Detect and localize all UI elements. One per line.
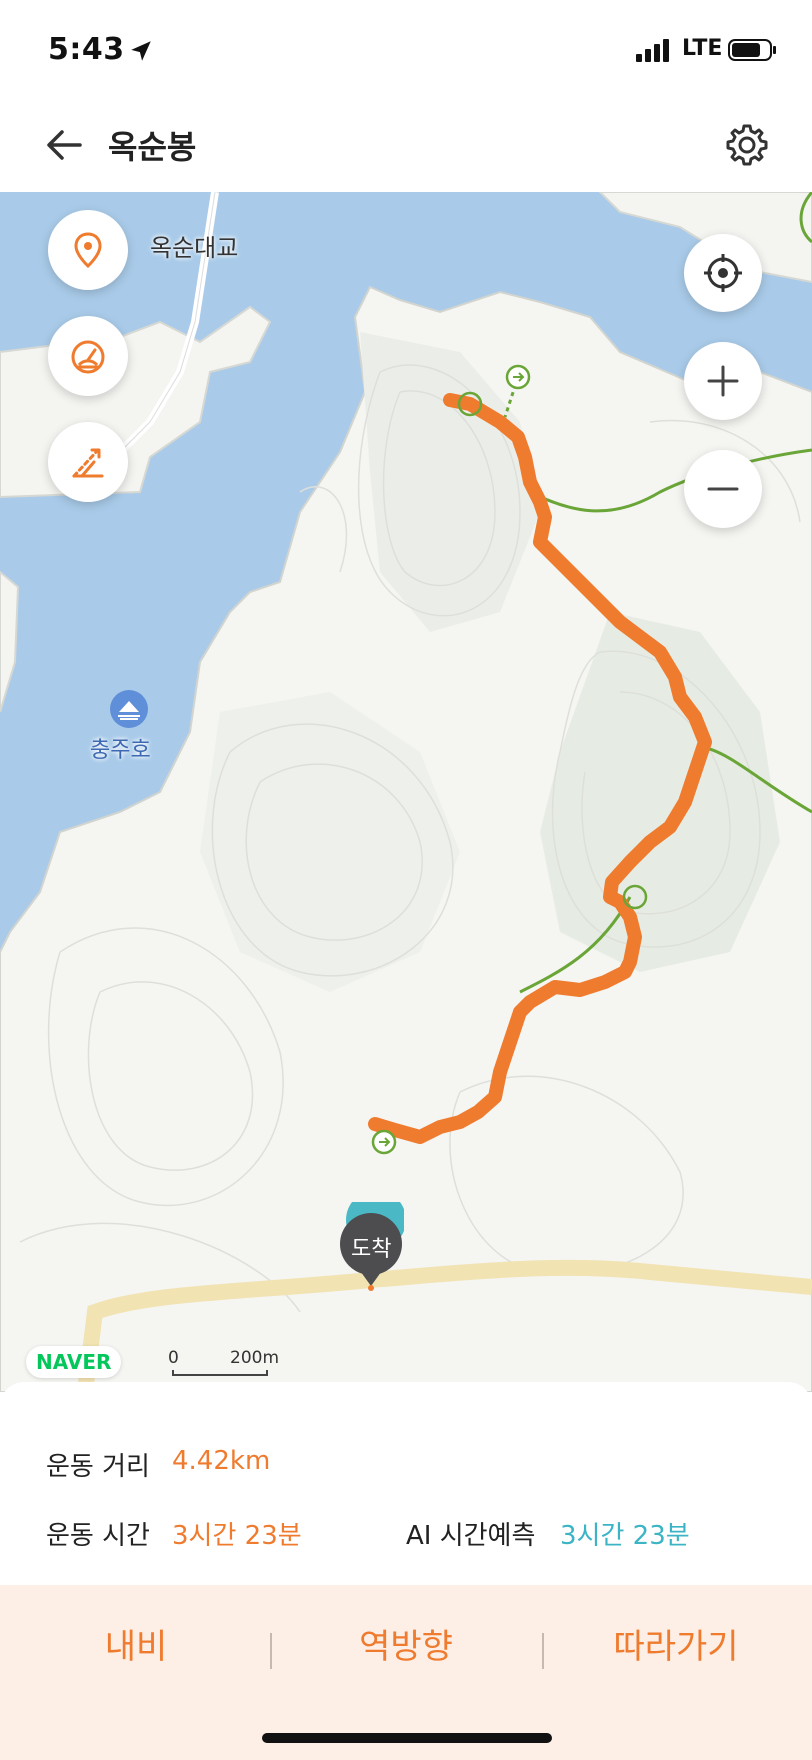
naver-logo: NAVER <box>26 1346 122 1378</box>
minus-icon <box>707 487 739 491</box>
my-location-button[interactable] <box>684 234 762 312</box>
zoom-in-button[interactable] <box>684 342 762 420</box>
gear-icon[interactable] <box>722 120 772 170</box>
divider <box>270 1633 272 1669</box>
network-type: LTE <box>682 36 723 61</box>
header: 옥순봉 <box>0 100 812 192</box>
scale-distance: 200m <box>230 1348 280 1368</box>
action-bar: 내비 역방향 따라가기 <box>0 1585 812 1760</box>
crosshair-icon <box>704 254 742 292</box>
time-value: 3시간 23분 <box>172 1521 302 1551</box>
elevation-button[interactable] <box>48 422 128 502</box>
battery-icon <box>728 39 776 61</box>
slope-icon <box>72 448 104 478</box>
reverse-button[interactable]: 역방향 <box>296 1613 516 1673</box>
speedometer-icon <box>71 340 105 374</box>
lake-icon <box>110 690 148 728</box>
home-indicator <box>262 1733 552 1743</box>
status-time: 5:43 <box>48 32 125 67</box>
divider <box>542 1633 544 1669</box>
lake-label: 충주호 <box>90 738 151 763</box>
map-view[interactable]: 옥순대교 충주호 도착 NAVER 0 200m <box>0 192 812 1392</box>
speed-button[interactable] <box>48 316 128 396</box>
time-label: 운동 시간 <box>46 1521 150 1551</box>
ai-time-label: AI 시간예측 <box>406 1521 536 1551</box>
location-pin-icon <box>74 232 102 269</box>
scale-zero: 0 <box>168 1348 179 1368</box>
place-pin-button[interactable] <box>48 210 128 290</box>
map-scale: 0 200m <box>168 1348 280 1376</box>
scale-bar <box>172 1370 268 1376</box>
distance-value: 4.42km <box>172 1446 271 1476</box>
place-label: 옥순대교 <box>150 234 239 262</box>
location-arrow-icon <box>131 41 151 61</box>
navigate-button[interactable]: 내비 <box>26 1613 246 1673</box>
page-title: 옥순봉 <box>108 128 197 166</box>
distance-label: 운동 거리 <box>46 1452 150 1482</box>
arrival-label: 도착 <box>351 1237 392 1262</box>
plus-icon <box>707 365 739 397</box>
status-bar: 5:43 LTE <box>0 0 812 100</box>
ai-time-value: 3시간 23분 <box>560 1521 690 1551</box>
signal-icon <box>636 39 669 62</box>
zoom-out-button[interactable] <box>684 450 762 528</box>
follow-button[interactable]: 따라가기 <box>566 1613 786 1673</box>
back-arrow-icon[interactable] <box>40 120 90 170</box>
